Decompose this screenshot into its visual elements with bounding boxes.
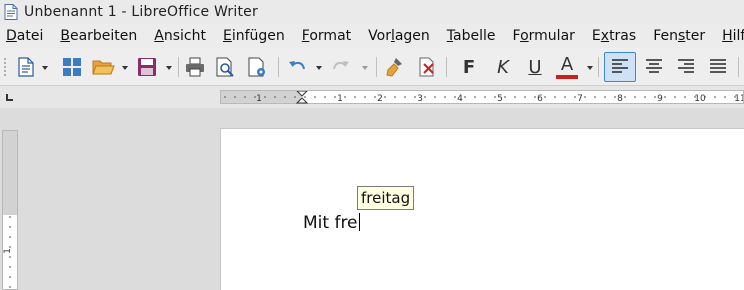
font-color-icon: A [560,53,574,75]
ruler-tick-label: 1 [337,94,343,103]
align-left-button[interactable] [604,52,636,82]
menu-ansicht[interactable]: Ansicht [154,28,206,44]
paintbrush-icon [386,58,402,77]
autocomplete-suggestion[interactable]: freitag [357,186,415,210]
toolbar-separator [376,57,377,77]
toolbar-separator [278,57,279,77]
align-center-icon [646,59,662,73]
redo-icon [333,61,349,70]
toolbar-separator [446,57,447,77]
menu-einfgen[interactable]: Einfügen [223,28,285,44]
print-button[interactable] [182,52,208,82]
menu-extras[interactable]: Extras [592,28,636,44]
font-color-button[interactable]: A [552,52,582,82]
document-workspace: 11 freitag Mit fre [0,108,744,290]
ruler-tick-label: 4 [457,94,463,103]
writer-document-icon [4,4,18,20]
undo-icon [289,61,305,70]
align-right-icon [678,59,694,73]
clear-formatting-button[interactable] [414,52,440,82]
printer-icon [186,57,204,77]
menu-vorlagen[interactable]: Vorlagen [368,28,430,44]
title-bar: Unbenannt 1 - LibreOffice Writer [0,0,744,24]
document-text[interactable]: Mit fre [303,213,360,233]
menu-datei[interactable]: Datei [6,28,43,44]
align-justify-icon [710,59,726,73]
top-margin-area [3,131,17,215]
align-right-button[interactable] [672,52,700,82]
templates-button[interactable] [58,52,86,82]
undo-dropdown-arrow[interactable] [316,66,322,70]
toolbar-grip[interactable] [2,52,8,82]
undo-button[interactable] [284,52,310,82]
horizontal-ruler[interactable]: 1 1 2 3 4 5 6 7 8 9 10 11 [220,90,744,104]
ruler-tick-label: 11 [734,94,743,103]
redo-button[interactable] [328,52,354,82]
menu-fenster[interactable]: Fenster [653,28,705,44]
underline-button[interactable]: U [522,52,548,82]
bold-icon: F [462,56,476,78]
document-gear-icon [248,57,265,77]
typed-text: Mit fre [303,213,358,233]
menu-formular[interactable]: Formular [513,28,575,44]
vertical-ruler[interactable]: 11 [2,130,18,290]
tab-stop-selector-icon[interactable] [6,94,13,101]
export-pdf-settings-button[interactable] [244,52,270,82]
ruler-tick-label: 10 [694,94,706,103]
ruler-tick-label: 2 [377,94,383,103]
italic-icon: K [497,56,509,78]
ruler-tick-label: 9 [657,94,663,103]
open-folder-icon [92,60,115,75]
ruler-tick-label: 8 [617,94,623,103]
text-cursor [358,213,360,231]
menu-hilfe[interactable]: Hilfe [722,28,744,44]
new-document-icon [18,57,34,77]
ruler-tick-label: 7 [577,94,583,103]
menu-format[interactable]: Format [302,28,351,44]
ruler-bar: 1 1 2 3 4 5 6 7 8 9 10 11 [0,86,744,108]
menu-tabelle[interactable]: Tabelle [447,28,496,44]
vertical-ruler-tick-label: 1 [3,248,13,254]
open-button[interactable] [88,52,118,82]
document-page[interactable]: freitag Mit fre [220,128,744,290]
menu-bearbeiten[interactable]: Bearbeiten [60,28,137,44]
standard-toolbar: F K U A [0,48,744,86]
save-button[interactable] [132,52,162,82]
new-dropdown-arrow[interactable] [42,66,48,70]
menu-bar: Datei Bearbeiten Ansicht Einfügen Format Vorl… [0,24,744,48]
print-preview-button[interactable] [212,52,238,82]
templates-grid-icon [63,58,81,76]
clear-formatting-icon [419,57,434,77]
font-color-dropdown-arrow[interactable] [587,66,593,70]
autocomplete-suggestion-text: freitag [361,189,411,207]
bold-button[interactable]: F [456,52,482,82]
save-disk-icon [138,58,156,76]
ruler-tick-label: 3 [417,94,423,103]
italic-button[interactable]: K [490,52,516,82]
open-dropdown-arrow[interactable] [122,66,128,70]
window-title: Unbenannt 1 - LibreOffice Writer [24,4,258,20]
toolbar-separator [738,57,739,77]
save-dropdown-arrow[interactable] [166,66,172,70]
toolbar-separator [178,57,179,77]
redo-dropdown-arrow[interactable] [362,66,368,70]
underline-icon: U [528,56,542,78]
toolbar-separator [598,57,599,77]
print-preview-icon [216,57,234,77]
align-center-button[interactable] [640,52,668,82]
ruler-tick-label: 1 [256,94,262,103]
new-document-button[interactable] [12,52,40,82]
ruler-tick-label: 5 [497,94,503,103]
clone-formatting-button[interactable] [382,52,408,82]
align-left-icon [612,59,628,73]
font-color-swatch [556,74,578,79]
justify-button[interactable] [704,52,732,82]
ruler-tick-label: 6 [537,94,543,103]
